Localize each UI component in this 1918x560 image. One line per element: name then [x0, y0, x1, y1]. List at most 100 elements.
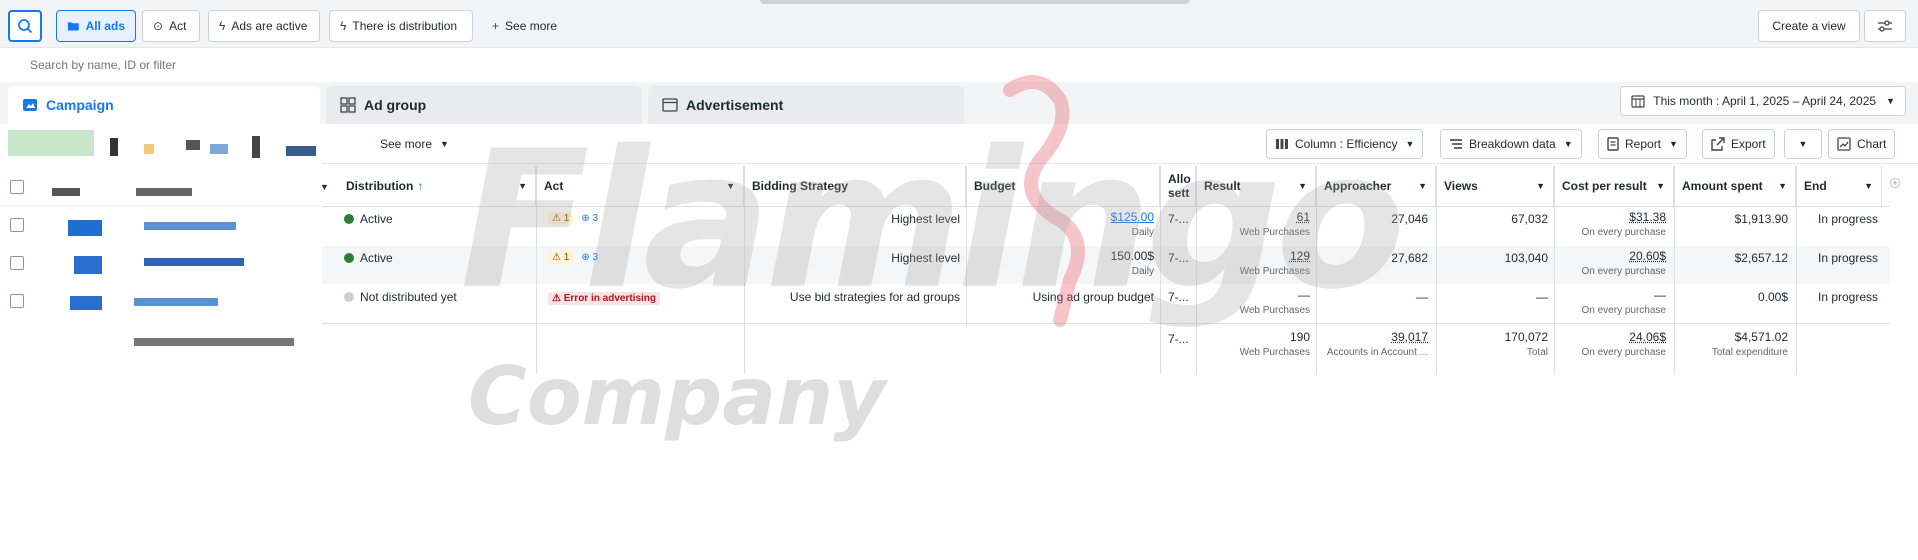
status-active-icon: [344, 253, 354, 263]
name-header: [0, 166, 322, 206]
blurred-pixel: [210, 144, 228, 154]
totals-spent: $4,571.02 Total expenditure: [1674, 330, 1788, 358]
filter-act[interactable]: ⊙ Act: [142, 10, 200, 42]
view-settings-button[interactable]: [1864, 10, 1906, 42]
row1-views: 67,032: [1511, 212, 1548, 226]
blurred-block: [8, 130, 94, 156]
breakdown-button[interactable]: Breakdown data ▼: [1440, 129, 1582, 159]
chart-icon: [1837, 137, 1851, 151]
add-column-icon[interactable]: +: [1890, 178, 1900, 188]
blurred-pixel: [144, 144, 154, 154]
blurred-pixel: [186, 140, 200, 150]
row1-cpr-sub: On every purchase: [1581, 227, 1667, 238]
calendar-icon: [1631, 95, 1645, 108]
chevron-down-icon: ▼: [1405, 139, 1415, 149]
col-distribution-label: Distribution: [346, 179, 414, 193]
row-checkbox[interactable]: [10, 218, 24, 232]
row2-cpr-value: 20.60$: [1629, 249, 1666, 263]
col-end[interactable]: End ▼: [1796, 166, 1882, 206]
lightning-icon: ϟ: [340, 19, 347, 33]
filter-distribution[interactable]: ϟ There is distribution: [329, 10, 473, 42]
row3-cpr-value: —: [1654, 288, 1666, 302]
export-button[interactable]: Export: [1702, 129, 1775, 159]
tab-campaign[interactable]: Campaign: [8, 86, 320, 124]
filter-act-label: Act: [169, 19, 187, 33]
totals-result-value: 190: [1289, 330, 1310, 344]
search-button[interactable]: [8, 10, 42, 42]
settings-sliders-icon: [1878, 20, 1892, 32]
blurred-pixel: [134, 298, 218, 306]
totals-result: 190 Web Purchases: [1196, 330, 1310, 358]
row1-end: In progress: [1818, 212, 1879, 226]
chevron-down-icon: ▼: [1418, 181, 1427, 191]
totals-spent-sub: Total expenditure: [1711, 347, 1788, 358]
chevron-down-icon: ▼: [1536, 181, 1545, 191]
status-active-icon: [344, 214, 354, 224]
breakdown-label: Breakdown data: [1469, 137, 1556, 151]
blurred-pixel: [134, 338, 294, 346]
col-amount-spent[interactable]: Amount spent ▼: [1674, 166, 1796, 206]
col-views-label: Views: [1444, 179, 1478, 193]
col-cost-per-result[interactable]: Cost per result ▼: [1554, 166, 1674, 206]
row2-spent: $2,657.12: [1734, 251, 1788, 265]
see-more-filters[interactable]: + See more: [482, 10, 572, 42]
blurred-pixel: [74, 256, 102, 274]
row3-spent: 0.00$: [1757, 290, 1788, 304]
report-button[interactable]: Report ▼: [1598, 129, 1687, 159]
row2-distribution-text: Active: [360, 251, 393, 265]
watermark-flamingo: Flamingo: [460, 110, 1406, 331]
col-views[interactable]: Views ▼: [1436, 166, 1554, 206]
row2-end: In progress: [1818, 251, 1879, 265]
chart-button[interactable]: Chart: [1828, 129, 1896, 159]
tab-campaign-label: Campaign: [46, 97, 114, 113]
chevron-down-icon: ▼: [440, 139, 449, 149]
plus-icon: +: [492, 19, 500, 33]
row-checkbox[interactable]: [10, 294, 24, 308]
chevron-down-icon: ▼: [1669, 139, 1678, 149]
col-end-label: End: [1804, 179, 1827, 193]
totals-views-sub: Total: [1526, 347, 1548, 358]
date-range-picker[interactable]: This month : April 1, 2025 – April 24, 2…: [1620, 86, 1906, 116]
export-dropdown[interactable]: ▼: [1784, 129, 1822, 159]
row-checkbox[interactable]: [10, 256, 24, 270]
campaign-name-column-blurred: ▼: [0, 124, 329, 346]
blurred-pixel: [52, 188, 80, 196]
window-shadow: [760, 0, 1190, 4]
sort-asc-icon: ↑: [417, 179, 424, 193]
filter-ads-active[interactable]: ϟ Ads are active: [208, 10, 320, 42]
blurred-pixel: [144, 222, 236, 230]
totals-approacher-value: 39,017: [1391, 330, 1428, 344]
date-range-label: This month : April 1, 2025 – April 24, 2…: [1653, 94, 1877, 108]
filter-distribution-label: There is distribution: [352, 19, 458, 33]
col-amount-spent-label: Amount spent: [1682, 179, 1763, 193]
row3-distribution: Not distributed yet: [344, 290, 457, 304]
totals-allocation: 7-...: [1168, 332, 1189, 346]
totals-cpr-sub: On every purchase: [1581, 347, 1667, 358]
watermark-company: Company: [468, 350, 886, 443]
totals-views: 170,072 Total: [1436, 330, 1548, 358]
chevron-down-icon: ▼: [1778, 181, 1787, 191]
row1-spent: $1,913.90: [1734, 212, 1788, 226]
chevron-down-icon: ▼: [1563, 139, 1573, 149]
tab-ad-group-label: Ad group: [364, 97, 427, 113]
search-icon: [18, 19, 33, 34]
create-view-label: Create a view: [1772, 19, 1846, 33]
blurred-pixel: [110, 138, 118, 156]
filter-all-ads[interactable]: All ads: [56, 10, 136, 42]
report-label: Report: [1625, 137, 1662, 151]
blurred-pixel: [286, 146, 316, 156]
act-icon: ⊙: [153, 19, 164, 33]
folder-icon: [23, 99, 37, 111]
chevron-down-icon: ▼: [1886, 96, 1895, 106]
see-more-toolbar[interactable]: See more ▼: [372, 129, 457, 159]
chevron-down-icon: ▼: [1656, 181, 1665, 191]
row2-cpr-sub: On every purchase: [1581, 266, 1667, 277]
create-view-button[interactable]: Create a view: [1758, 10, 1860, 42]
blurred-pixel: [144, 258, 244, 266]
blurred-pixel: [70, 296, 102, 310]
export-label: Export: [1731, 137, 1766, 151]
select-all-checkbox[interactable]: [10, 180, 24, 194]
folder-icon: [67, 22, 79, 31]
filter-bar: All ads ⊙ Act ϟ Ads are active ϟ There i…: [0, 0, 1918, 48]
chevron-down-icon: ▼: [320, 182, 329, 192]
